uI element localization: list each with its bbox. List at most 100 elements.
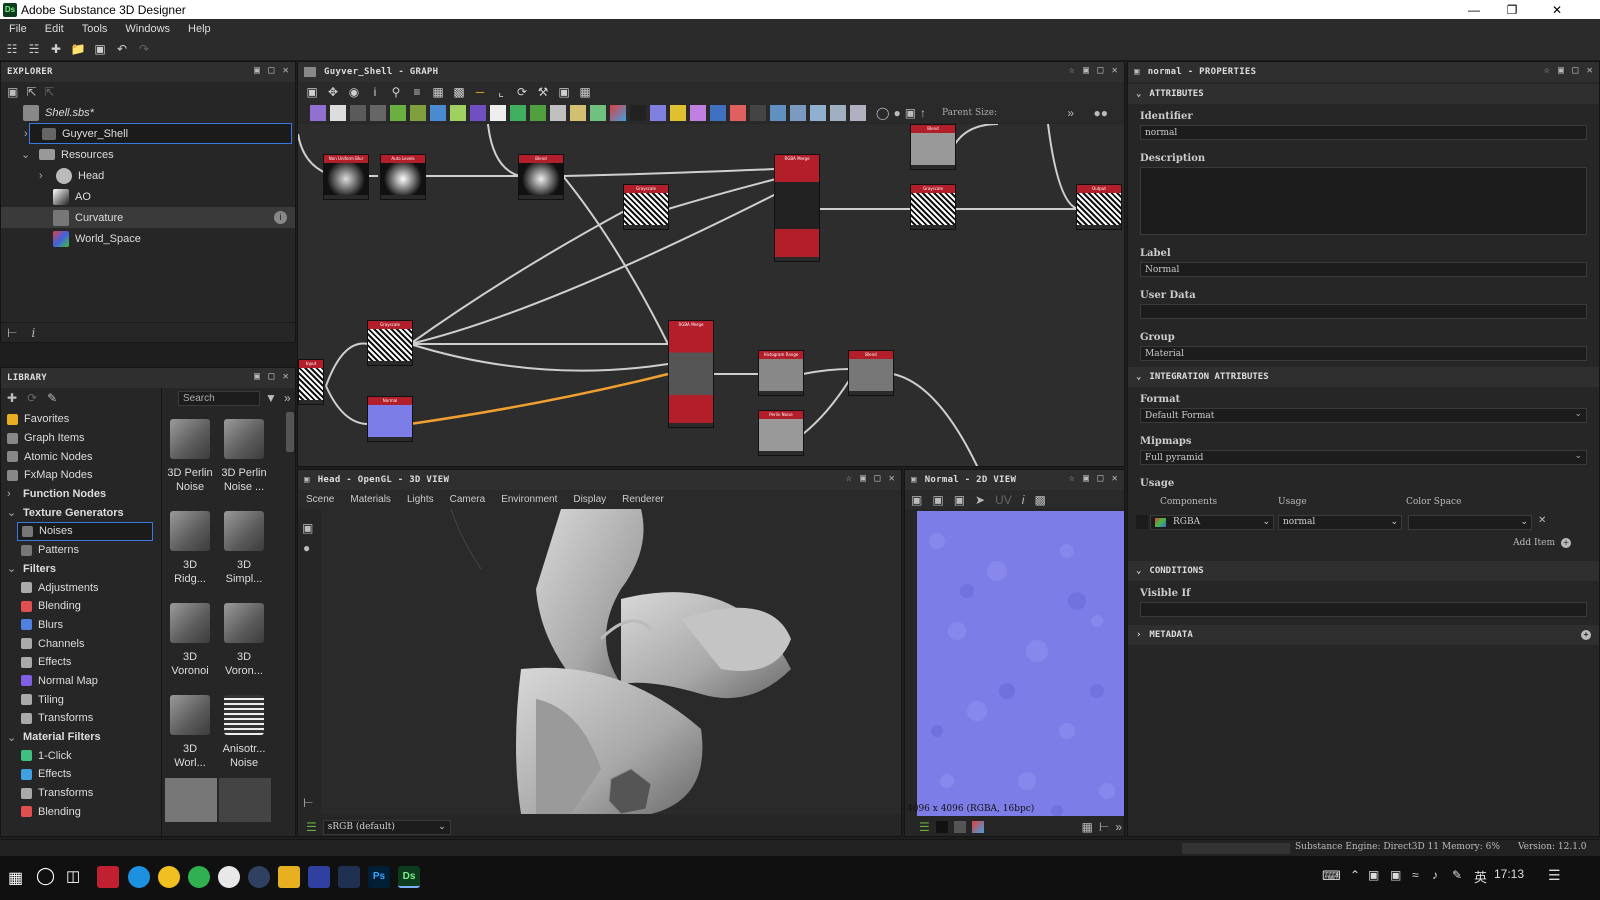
- close-panel-icon[interactable]: ✕: [283, 371, 289, 382]
- save-icon[interactable]: ▣: [92, 41, 108, 57]
- graph-node[interactable]: RGBA Merge: [668, 320, 714, 428]
- library-category[interactable]: Normal Map: [1, 672, 159, 691]
- node-icon[interactable]: [710, 104, 726, 121]
- pin-icon[interactable]: ☆: [1069, 473, 1075, 484]
- graph-node[interactable]: Histogram Range: [758, 350, 804, 396]
- menu-edit[interactable]: Edit: [36, 23, 73, 35]
- graph-canvas[interactable]: Non Uniform Blur Auto Levels Blend Grays…: [298, 124, 1124, 466]
- float-icon[interactable]: ▣: [254, 65, 260, 76]
- library-category[interactable]: Effects: [1, 765, 159, 784]
- library-node-thumbnail[interactable]: [221, 692, 267, 738]
- info-icon[interactable]: i: [31, 326, 35, 340]
- graph-node[interactable]: RGBA Merge: [774, 154, 820, 262]
- package-row[interactable]: Shell.sbs*: [1, 102, 295, 123]
- node-icon[interactable]: [530, 104, 546, 121]
- graph-node[interactable]: Grayscale: [910, 184, 956, 230]
- node-icon[interactable]: [670, 104, 686, 121]
- add-metadata-icon[interactable]: +: [1581, 630, 1591, 640]
- filter-icon[interactable]: ▼: [265, 391, 277, 405]
- app-icon[interactable]: [308, 866, 330, 888]
- close-icon[interactable]: ✕: [1535, 0, 1579, 19]
- new-function-icon[interactable]: ☵: [26, 41, 42, 57]
- graph-node[interactable]: Blend: [848, 350, 894, 396]
- chevron-right-icon[interactable]: ›: [39, 170, 43, 182]
- display-icon[interactable]: ▩: [451, 84, 467, 100]
- edit-icon[interactable]: ✎: [47, 391, 57, 405]
- library-category[interactable]: Transforms: [1, 784, 159, 803]
- node-icon[interactable]: [770, 104, 786, 121]
- camera-icon[interactable]: ◉: [346, 84, 362, 100]
- new-graph-icon[interactable]: ☷: [4, 41, 20, 57]
- library-category[interactable]: ⌄ Material Filters: [1, 728, 159, 747]
- graph-node[interactable]: Normal: [367, 396, 413, 442]
- usage-select[interactable]: normal ⌄: [1278, 515, 1402, 530]
- restore-icon[interactable]: ❐: [1490, 0, 1534, 19]
- link-mode-icon[interactable]: ─: [472, 84, 488, 100]
- open-folder-icon[interactable]: 📁: [70, 41, 86, 57]
- info-icon[interactable]: i: [367, 84, 383, 100]
- float-icon[interactable]: ▣: [254, 371, 260, 382]
- library-category[interactable]: Blurs: [1, 616, 159, 635]
- node-icon[interactable]: [810, 104, 826, 121]
- chevron-down-icon[interactable]: ⌄: [7, 731, 17, 744]
- close-panel-icon[interactable]: ✕: [1112, 65, 1118, 76]
- layers-icon[interactable]: ☰: [919, 820, 930, 834]
- add-icon[interactable]: ✚: [7, 391, 17, 405]
- library-category[interactable]: Favorites: [1, 410, 159, 429]
- library-node-thumbnail[interactable]: [167, 416, 213, 462]
- chevron-right-icon[interactable]: »: [284, 391, 291, 405]
- steam-icon[interactable]: [338, 866, 360, 888]
- notification-icon[interactable]: ☰: [1548, 867, 1561, 884]
- menu-windows[interactable]: Windows: [116, 23, 179, 35]
- undo-icon[interactable]: ↶: [114, 41, 130, 57]
- node-icon[interactable]: [410, 104, 426, 121]
- layout-icon[interactable]: ▦: [430, 84, 446, 100]
- uv-icon[interactable]: UV: [995, 493, 1012, 507]
- save-icon[interactable]: ▣: [932, 493, 943, 507]
- library-node-thumbnail[interactable]: [167, 692, 213, 738]
- chevron-down-icon[interactable]: ⌄: [7, 506, 17, 519]
- colorspace-select[interactable]: ⌄: [1408, 515, 1532, 530]
- frame-icon[interactable]: ▣: [911, 493, 922, 507]
- menu-help[interactable]: Help: [179, 23, 220, 35]
- row-handle[interactable]: [1136, 515, 1148, 529]
- node-icon[interactable]: [650, 104, 666, 121]
- menu-file[interactable]: File: [0, 23, 36, 35]
- node-icon[interactable]: [690, 104, 706, 121]
- app-icon[interactable]: [97, 866, 119, 888]
- chevron-right-icon[interactable]: ›: [7, 488, 17, 500]
- maximize-panel-icon[interactable]: □: [874, 473, 880, 484]
- close-panel-icon[interactable]: ✕: [283, 65, 289, 76]
- library-category[interactable]: ⌄ Texture Generators: [1, 503, 159, 522]
- library-scrollbar[interactable]: [286, 412, 294, 452]
- share-icon[interactable]: ➤: [975, 493, 985, 507]
- conditions-section[interactable]: ⌄ CONDITIONS: [1128, 561, 1599, 581]
- node-icon[interactable]: [490, 104, 506, 121]
- snapshot-icon[interactable]: ▣: [556, 84, 572, 100]
- components-select[interactable]: RGBA ⌄: [1150, 515, 1274, 530]
- volume-icon[interactable]: ♪: [1432, 868, 1438, 882]
- info-icon[interactable]: i: [1022, 493, 1025, 507]
- keyboard-icon[interactable]: ⌨: [1322, 868, 1341, 884]
- node-icon[interactable]: [470, 104, 486, 121]
- chevron-down-icon[interactable]: ⌄: [7, 562, 17, 575]
- resource-item[interactable]: World_Space: [1, 228, 295, 249]
- library-category[interactable]: Channels: [1, 634, 159, 653]
- integration-section[interactable]: ⌄ INTEGRATION ATTRIBUTES: [1128, 367, 1599, 387]
- camera-icon[interactable]: ▣: [302, 521, 320, 535]
- light-icon[interactable]: ●: [303, 541, 320, 555]
- compute-icon[interactable]: ⟳: [514, 84, 530, 100]
- connection-icon[interactable]: ⌞: [493, 84, 509, 100]
- graph-node[interactable]: Perlin Noise: [758, 410, 804, 456]
- resources-row[interactable]: ⌄ Resources: [1, 144, 295, 165]
- graph-node[interactable]: Grayscale: [623, 184, 669, 230]
- node-icon[interactable]: [570, 104, 586, 121]
- library-category[interactable]: Blending: [1, 597, 159, 616]
- tiling-icon[interactable]: ⊢: [1099, 820, 1109, 834]
- tab-camera[interactable]: Camera: [450, 494, 486, 505]
- maximize-panel-icon[interactable]: □: [1097, 65, 1103, 76]
- node-icon[interactable]: [550, 104, 566, 121]
- library-node-thumbnail[interactable]: [165, 778, 217, 822]
- float-icon[interactable]: ▣: [1083, 473, 1089, 484]
- link-icon[interactable]: ●●: [1094, 106, 1109, 120]
